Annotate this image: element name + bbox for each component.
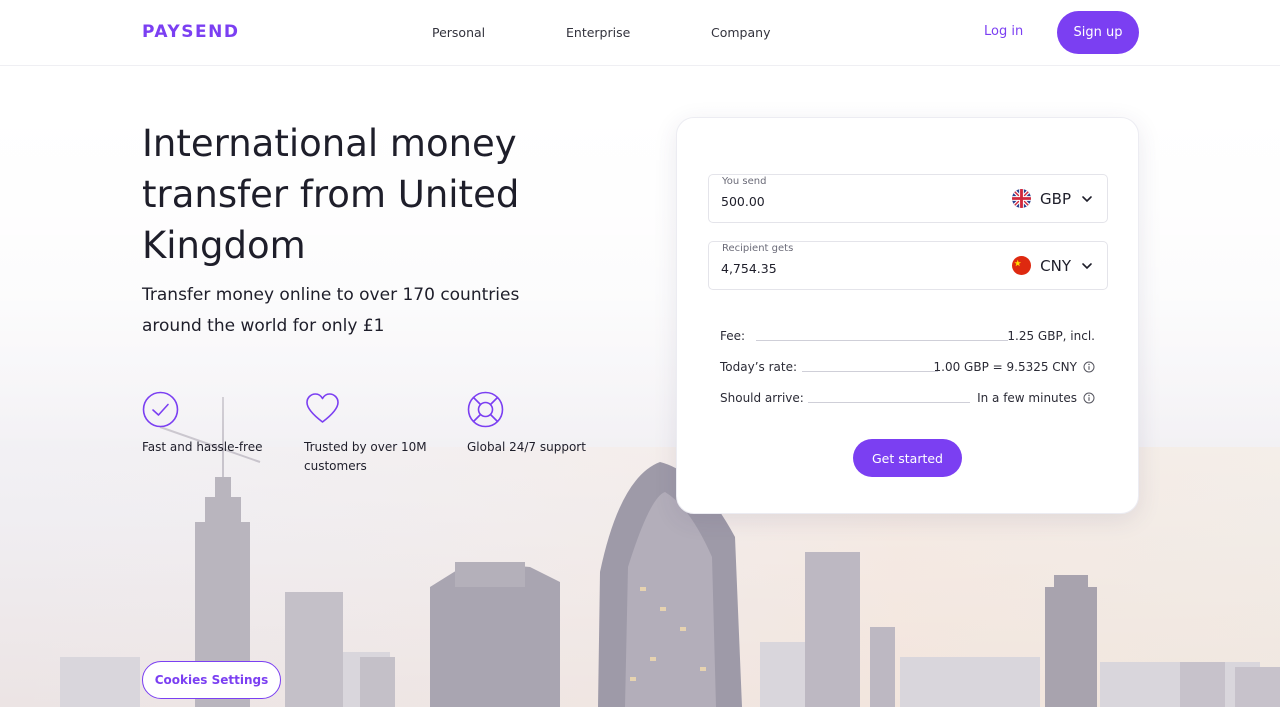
check-circle-icon (142, 391, 179, 428)
feature-support: Global 24/7 support (467, 391, 607, 457)
top-navigation-bar: PAYSEND Personal Enterprise Company Log … (0, 0, 1280, 66)
rate-dotted-line (802, 371, 938, 372)
feature-fast: Fast and hassle-free (142, 391, 282, 457)
page-title: International money transfer from United… (142, 122, 520, 267)
chevron-down-icon (1082, 195, 1092, 202)
hero-subtitle: Transfer money online to over 170 countr… (142, 285, 520, 336)
rate-value: 1.00 GBP = 9.5325 CNY (933, 360, 1077, 374)
feature-trusted-text: Trusted by over 10M customers (304, 440, 427, 473)
receive-currency-code: CNY (1040, 256, 1071, 275)
recipient-gets-field: Recipient gets CNY (708, 241, 1108, 290)
send-currency-code: GBP (1040, 189, 1071, 208)
fee-dotted-line (756, 340, 1008, 341)
cookies-settings-button[interactable]: Cookies Settings (142, 661, 281, 699)
arrival-value: In a few minutes (977, 391, 1077, 405)
rate-label: Today’s rate: (720, 360, 798, 374)
nav-enterprise-link[interactable]: Enterprise (566, 25, 630, 40)
fee-row: Fee: 1.25 GBP, incl. (720, 329, 1095, 347)
arrival-row: Should arrive: In a few minutes (720, 391, 1095, 409)
receive-currency-select[interactable]: CNY (1012, 256, 1093, 275)
recipient-gets-label: Recipient gets (722, 243, 794, 254)
uk-flag-icon (1012, 189, 1032, 208)
login-link[interactable]: Log in (984, 24, 1023, 39)
get-started-button[interactable]: Get started (853, 439, 962, 477)
rate-value-wrap: 1.00 GBP = 9.5325 CNY (934, 360, 1095, 374)
rate-row: Today’s rate: 1.00 GBP = 9.5325 CNY (720, 360, 1095, 378)
signup-button[interactable]: Sign up (1057, 11, 1139, 54)
you-send-amount-input[interactable] (721, 194, 961, 209)
china-flag-icon (1012, 256, 1032, 275)
fee-label: Fee: (720, 329, 746, 343)
recipient-gets-amount-input[interactable] (721, 261, 961, 276)
transfer-calculator-card: You send GBP Recipient gets CNY (676, 117, 1139, 514)
feature-support-text: Global 24/7 support (467, 440, 586, 454)
nav-company-link[interactable]: Company (711, 25, 770, 40)
arrival-dotted-line (808, 402, 970, 403)
nav-personal-link[interactable]: Personal (432, 25, 485, 40)
heart-circle-icon (306, 393, 339, 423)
paysend-logo[interactable]: PAYSEND (142, 22, 239, 42)
info-icon[interactable] (1083, 392, 1095, 404)
arrival-value-wrap: In a few minutes (977, 391, 1095, 405)
feature-trusted: Trusted by over 10M customers (304, 391, 444, 476)
fee-value: 1.25 GBP, incl. (1007, 329, 1095, 343)
info-icon[interactable] (1083, 361, 1095, 373)
chevron-down-icon (1082, 262, 1092, 269)
feature-fast-text: Fast and hassle-free (142, 440, 263, 454)
lifebuoy-icon (467, 391, 504, 428)
you-send-field: You send GBP (708, 174, 1108, 223)
you-send-label: You send (722, 176, 767, 187)
arrival-label: Should arrive: (720, 391, 804, 405)
send-currency-select[interactable]: GBP (1012, 189, 1093, 208)
